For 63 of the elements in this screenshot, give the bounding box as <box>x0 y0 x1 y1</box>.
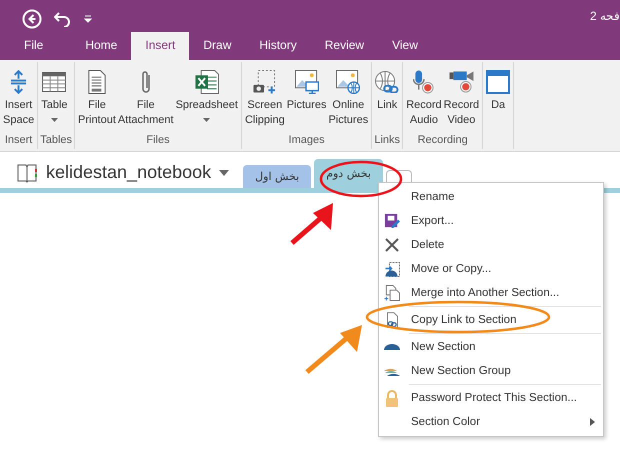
document-icon <box>88 70 106 94</box>
arrows-icon <box>10 70 28 94</box>
table-icon <box>42 72 66 92</box>
section-group-icon <box>384 366 400 376</box>
ribbon-button[interactable]: Spreadsheet <box>174 66 239 134</box>
calendar-icon <box>486 70 510 94</box>
move-icon <box>384 262 400 276</box>
export-icon <box>384 213 400 229</box>
ribbon-button[interactable]: Da <box>485 66 512 149</box>
ribbon-tab[interactable]: History <box>245 32 311 60</box>
globe-link-icon <box>375 71 400 93</box>
ribbon-tab[interactable]: File <box>10 32 72 60</box>
picture-globe-icon <box>336 70 360 94</box>
ribbon-button[interactable]: Link <box>374 66 400 134</box>
notebook-icon <box>16 162 38 182</box>
group-label: Insert <box>4 134 34 148</box>
group-label: Files <box>145 134 171 148</box>
notebook-name[interactable]: kelidestan_notebook <box>46 162 212 183</box>
ribbon-tab[interactable]: View <box>378 32 432 60</box>
ribbon-tab[interactable]: Insert <box>131 32 190 60</box>
paperclip-icon <box>142 71 150 93</box>
picture-monitor-icon <box>294 70 319 94</box>
menu-item[interactable]: New Section <box>379 335 603 359</box>
caret-icon[interactable] <box>219 170 230 176</box>
group-label: Links <box>374 134 400 148</box>
spreadsheet-icon <box>194 70 219 94</box>
back-icon[interactable] <box>22 9 42 29</box>
page-link-icon <box>386 312 398 328</box>
ribbon-tab[interactable]: Home <box>71 32 132 60</box>
customize-icon[interactable] <box>84 15 92 23</box>
menu-item[interactable]: Password Protect This Section... <box>379 386 603 410</box>
menu-item[interactable]: Copy Link to Section <box>379 308 603 332</box>
ribbon-button[interactable]: File Printout <box>77 66 117 134</box>
pages-icon <box>384 285 400 301</box>
section-icon <box>384 344 400 350</box>
window-title: فحه 2 <box>590 9 620 23</box>
lock-icon <box>386 390 398 406</box>
ribbon-button[interactable]: Table <box>40 66 68 134</box>
menu-item[interactable]: Delete <box>379 233 603 257</box>
ribbon-button[interactable]: Pictures <box>286 66 328 134</box>
ribbon-button[interactable]: Screen Clipping <box>244 66 286 134</box>
ribbon-button[interactable]: Online Pictures <box>327 66 370 134</box>
section-tab[interactable]: بخش اول <box>243 165 312 188</box>
undo-icon[interactable] <box>54 11 72 27</box>
menu-item[interactable]: Merge into Another Section... <box>379 281 603 305</box>
ribbon-tab[interactable]: Review <box>310 32 378 60</box>
menu-item[interactable]: Section Color <box>379 410 603 434</box>
ribbon-button[interactable]: Insert Space <box>2 66 36 134</box>
group-label: Tables <box>40 134 72 148</box>
microphone-icon <box>413 70 434 94</box>
video-camera-icon <box>448 71 474 93</box>
ribbon-button[interactable]: Record Audio <box>405 66 443 134</box>
menu-item[interactable]: New Section Group <box>379 359 603 383</box>
ribbon-button[interactable]: File Attachment <box>116 66 175 134</box>
menu-item[interactable]: Move or Copy... <box>379 257 603 281</box>
ribbon-tab[interactable]: Draw <box>189 32 246 60</box>
ribbon-button[interactable]: Record Video <box>442 66 480 134</box>
delete-icon <box>385 238 399 252</box>
menu-item[interactable]: Rename <box>379 185 603 209</box>
group-label: Images <box>288 134 326 148</box>
camera-icon <box>253 70 276 94</box>
menu-item[interactable]: Export... <box>379 209 603 233</box>
group-label: Recording <box>416 134 469 148</box>
